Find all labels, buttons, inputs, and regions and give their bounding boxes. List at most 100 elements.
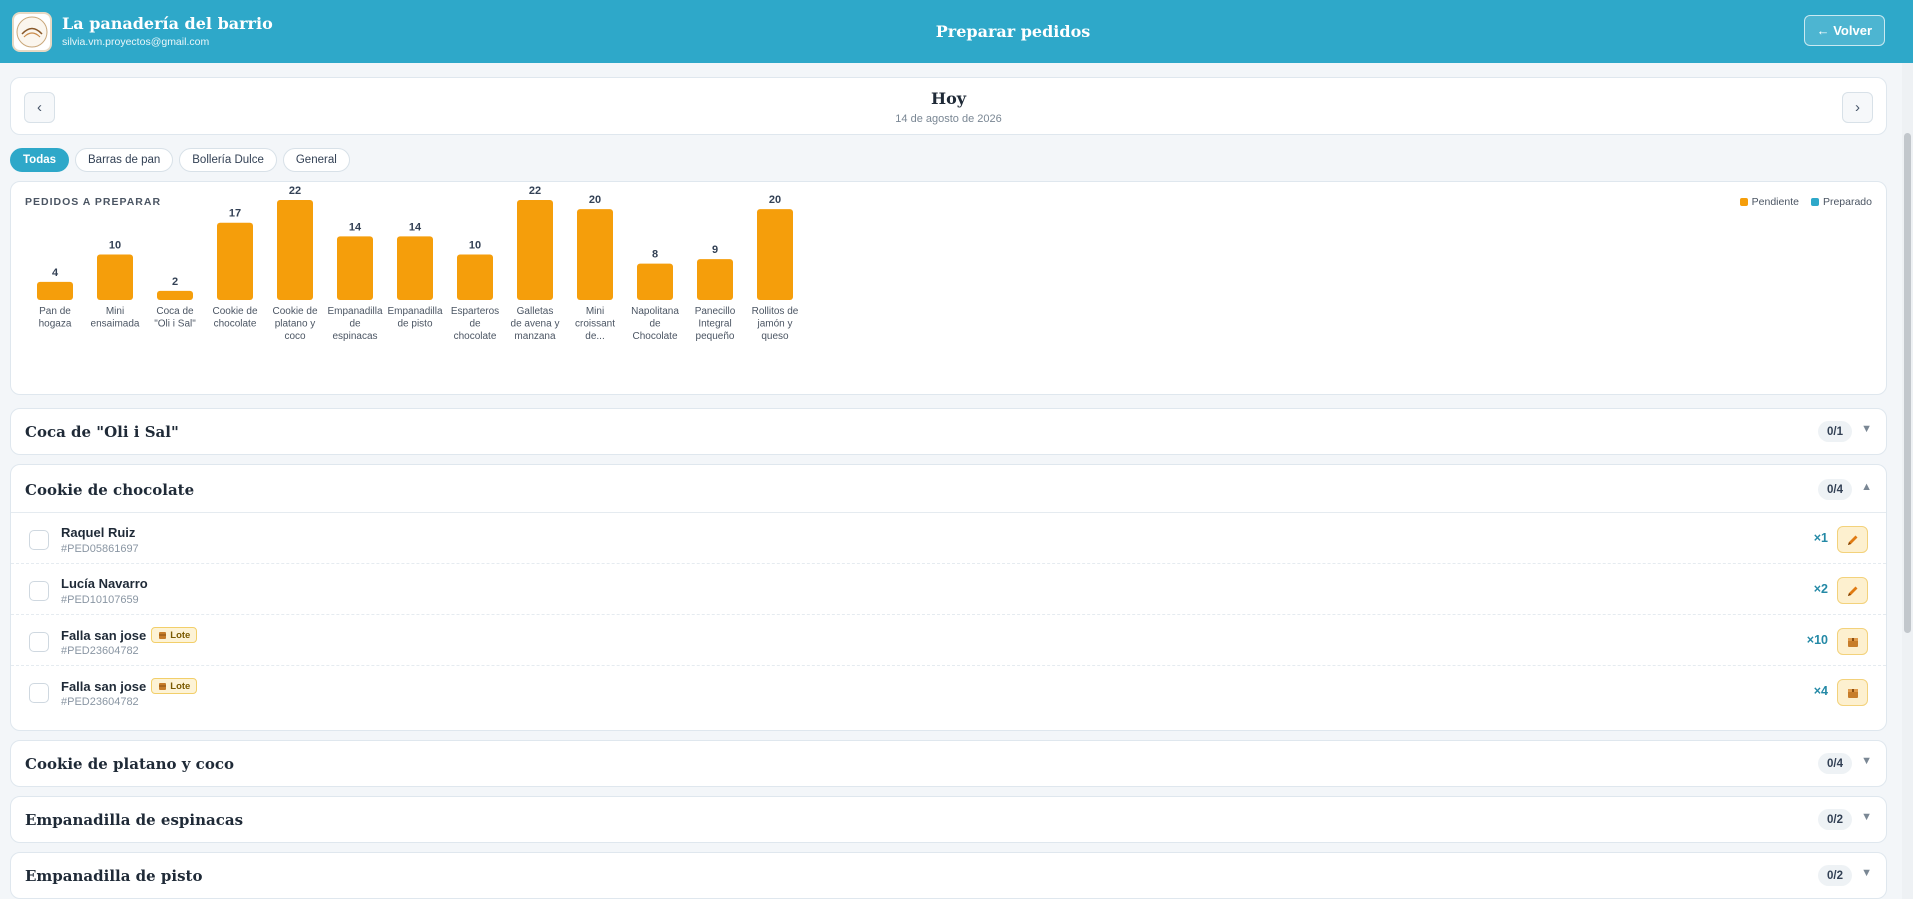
group-header[interactable]: Cookie de chocolate 0/4 ▲ bbox=[11, 465, 1886, 513]
back-button[interactable]: ← Volver bbox=[1803, 15, 1885, 46]
category-label-line: pequeño bbox=[696, 331, 735, 342]
box-icon bbox=[159, 631, 167, 639]
customer-name: Raquel Ruiz bbox=[61, 525, 135, 540]
category-label-line: Pan de bbox=[39, 306, 71, 317]
group-cookie-de-chocolate[interactable]: Cookie de chocolate 0/4 ▲ Raquel Ruiz #P… bbox=[10, 464, 1887, 731]
category-label-line: Napolitana bbox=[631, 306, 679, 317]
group-title: Cookie de chocolate bbox=[25, 481, 195, 499]
filter-general[interactable]: General bbox=[282, 148, 350, 172]
bar-value-label: 2 bbox=[172, 276, 178, 288]
lote-badge: Lote bbox=[151, 678, 198, 694]
bar-value-label: 20 bbox=[769, 194, 781, 206]
box-icon bbox=[1847, 688, 1858, 698]
chart-bar[interactable] bbox=[697, 259, 733, 300]
prepared-checkbox[interactable] bbox=[29, 683, 49, 703]
category-label: Galletas de avena y manzana bbox=[511, 306, 560, 342]
category-label-line: de pisto bbox=[397, 319, 432, 330]
chart-bar[interactable] bbox=[757, 209, 793, 300]
group-header[interactable]: Empanadilla de pisto 0/2 ▼ bbox=[11, 853, 1886, 898]
group-header[interactable]: Empanadilla de espinacas 0/2 ▼ bbox=[11, 797, 1886, 842]
category-label-line: ensaimada bbox=[91, 319, 140, 330]
category-label: Empanadilla de espinacas bbox=[327, 306, 382, 342]
category-label-line: Mini bbox=[586, 306, 604, 317]
date-navigator: ‹ Hoy 14 de agosto de 2026 › bbox=[10, 77, 1887, 135]
batch-order-button[interactable] bbox=[1837, 679, 1868, 706]
category-label-line: Empanadilla bbox=[327, 306, 382, 317]
legend-preparado-label: Preparado bbox=[1822, 196, 1872, 208]
chart-bar[interactable] bbox=[337, 236, 373, 300]
bar-value-label: 22 bbox=[529, 185, 541, 197]
scrollbar-thumb[interactable] bbox=[1904, 133, 1911, 633]
bar-value-label: 17 bbox=[229, 208, 241, 220]
chart-bar[interactable] bbox=[217, 222, 253, 300]
order-id: #PED05861697 bbox=[61, 543, 139, 555]
chart-bar[interactable] bbox=[457, 254, 493, 300]
group-empanadilla-de-pisto[interactable]: Empanadilla de pisto 0/2 ▼ bbox=[10, 852, 1887, 899]
progress-count-badge: 0/2 bbox=[1818, 865, 1852, 886]
chevron-down-icon[interactable]: ▼ bbox=[1861, 423, 1872, 435]
chevron-up-icon[interactable]: ▲ bbox=[1861, 481, 1872, 493]
next-day-button[interactable]: › bbox=[1842, 92, 1873, 123]
legend-preparado: Preparado bbox=[1810, 196, 1872, 208]
category-label-line: Cookie de bbox=[272, 306, 317, 317]
chart-bar[interactable] bbox=[577, 209, 613, 300]
bar-value-label: 8 bbox=[652, 249, 658, 261]
category-label-line: Galletas bbox=[517, 306, 554, 317]
box-icon bbox=[1847, 637, 1858, 647]
category-label-line: Chocolate bbox=[632, 331, 677, 342]
category-label-line: Esparteros bbox=[451, 306, 499, 317]
category-label: Mini ensaimada bbox=[91, 306, 140, 330]
customer-name-text: Lucía Navarro bbox=[61, 576, 148, 591]
page-scrollbar[interactable] bbox=[1902, 63, 1913, 899]
filter-todas[interactable]: Todas bbox=[10, 148, 70, 172]
prepared-checkbox[interactable] bbox=[29, 581, 49, 601]
group-cookie-de-platano-y-coco[interactable]: Cookie de platano y coco 0/4 ▼ bbox=[10, 740, 1887, 787]
edit-order-button[interactable] bbox=[1837, 577, 1868, 604]
chart-bar[interactable] bbox=[157, 290, 193, 300]
chevron-down-icon[interactable]: ▼ bbox=[1861, 867, 1872, 879]
category-label-line: Empanadilla bbox=[387, 306, 442, 317]
category-label-line: de bbox=[349, 319, 361, 330]
chevron-down-icon[interactable]: ▼ bbox=[1861, 811, 1872, 823]
batch-order-button[interactable] bbox=[1837, 628, 1868, 655]
edit-order-button[interactable] bbox=[1837, 526, 1868, 553]
chart-title: PEDIDOS A PREPARAR bbox=[25, 196, 162, 208]
customer-name-text: Falla san jose bbox=[61, 678, 147, 694]
chart-bar[interactable] bbox=[637, 263, 673, 300]
chart-bar[interactable] bbox=[97, 254, 133, 300]
order-row: Raquel Ruiz #PED05861697 ×1 bbox=[11, 513, 1886, 564]
chart-bar[interactable] bbox=[397, 236, 433, 300]
chart-bar[interactable] bbox=[517, 200, 553, 300]
pencil-icon bbox=[1847, 535, 1857, 545]
customer-name: Falla san jose Lote bbox=[61, 678, 198, 694]
group-coca-oli-i-sal[interactable]: Coca de "Oli i Sal" 0/1 ▼ bbox=[10, 408, 1887, 455]
bar-value-label: 9 bbox=[712, 244, 718, 256]
progress-count-badge: 0/4 bbox=[1818, 753, 1852, 774]
date-subtitle: 14 de agosto de 2026 bbox=[895, 113, 1002, 125]
filter-barras-de-pan[interactable]: Barras de pan bbox=[75, 148, 174, 172]
bar-value-label: 10 bbox=[469, 240, 481, 252]
category-label: Panecillo Integral pequeño bbox=[695, 306, 736, 342]
category-label: Rollitos de jamón y queso bbox=[752, 306, 799, 342]
chart-bar[interactable] bbox=[37, 281, 73, 300]
bar-value-label: 20 bbox=[589, 194, 601, 206]
chevron-down-icon[interactable]: ▼ bbox=[1861, 755, 1872, 767]
order-quantity: ×2 bbox=[1813, 582, 1828, 596]
group-empanadilla-de-espinacas[interactable]: Empanadilla de espinacas 0/2 ▼ bbox=[10, 796, 1887, 843]
category-label: Cookie de chocolate bbox=[212, 306, 257, 330]
progress-count-badge: 0/2 bbox=[1818, 809, 1852, 830]
order-quantity: ×10 bbox=[1806, 633, 1828, 647]
category-label-line: de... bbox=[585, 331, 604, 342]
category-label-line: Panecillo bbox=[695, 306, 736, 317]
prepared-checkbox[interactable] bbox=[29, 632, 49, 652]
prepared-checkbox[interactable] bbox=[29, 530, 49, 550]
order-id: #PED23604782 bbox=[61, 645, 139, 657]
bar-value-label: 22 bbox=[289, 185, 301, 197]
progress-count-badge: 0/4 bbox=[1818, 479, 1852, 500]
category-label-line: Coca de bbox=[156, 306, 194, 317]
filter-bolleria-dulce[interactable]: Bollería Dulce bbox=[179, 148, 277, 172]
chart-bar[interactable] bbox=[277, 200, 313, 300]
group-header[interactable]: Coca de "Oli i Sal" 0/1 ▼ bbox=[11, 409, 1886, 454]
category-label: Mini croissant de... bbox=[575, 306, 615, 342]
group-header[interactable]: Cookie de platano y coco 0/4 ▼ bbox=[11, 741, 1886, 786]
